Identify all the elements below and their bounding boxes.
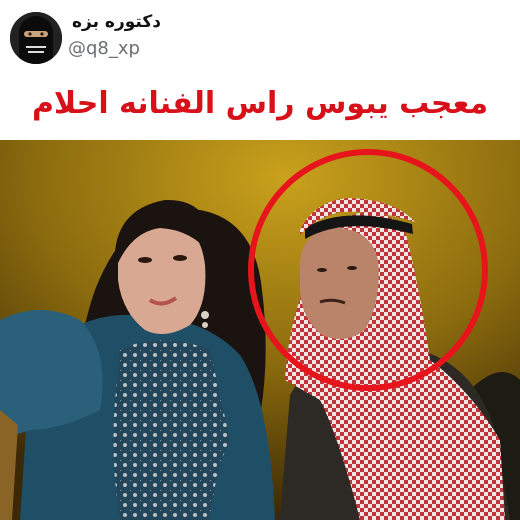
- niqab-avatar-icon: [10, 12, 62, 64]
- author-display-name[interactable]: دكتوره بزه: [72, 12, 161, 32]
- tweet-media[interactable]: [0, 140, 520, 520]
- avatar[interactable]: [10, 12, 62, 64]
- tweet-caption: معجب يبوس راس الفنانه احلام: [31, 86, 489, 121]
- video-still-image: [0, 140, 520, 520]
- author-handle[interactable]: @q8_xp: [68, 38, 140, 59]
- tweet-card: دكتوره بزه @q8_xp معجب يبوس راس الفنانه …: [0, 0, 520, 520]
